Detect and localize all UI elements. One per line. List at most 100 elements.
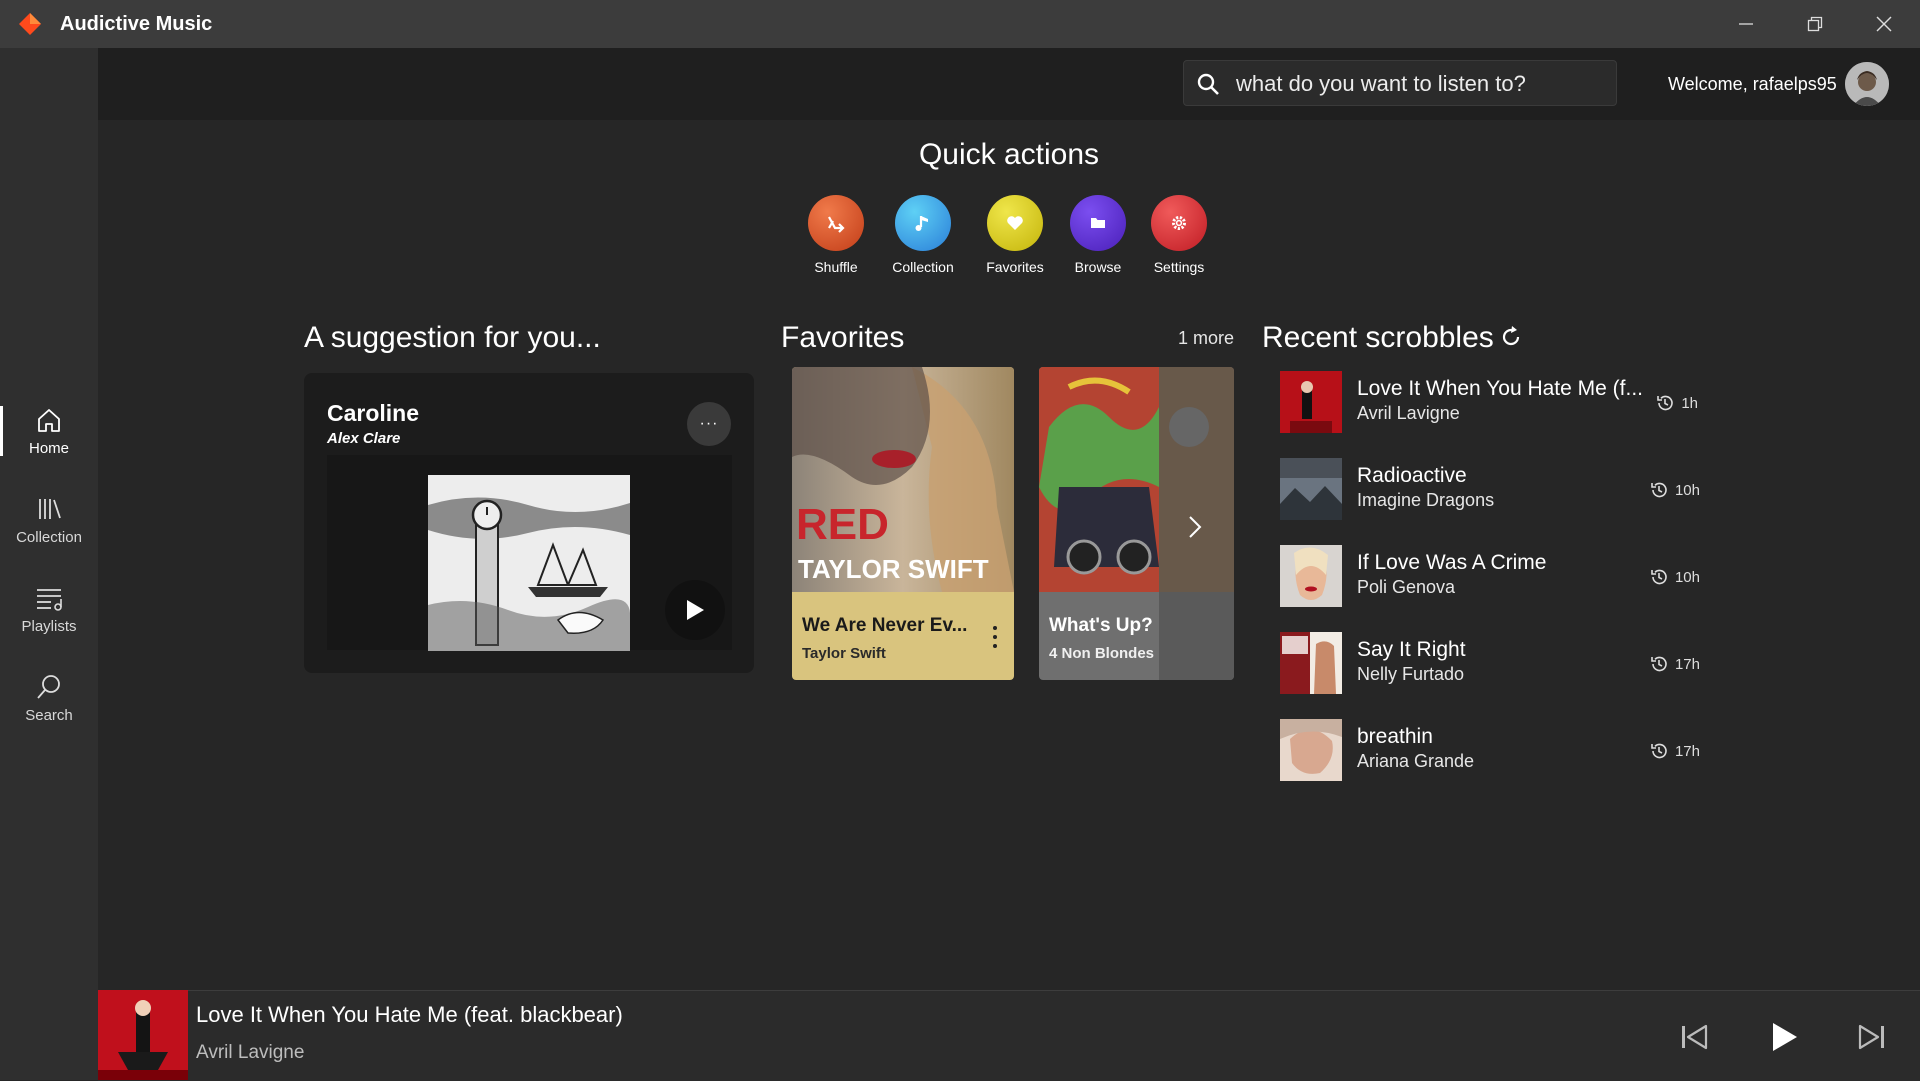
album-cover: RED TAYLOR SWIFT [792, 367, 1014, 592]
quick-action-label: Favorites [986, 259, 1044, 275]
sidebar-item-label: Playlists [21, 618, 77, 635]
quick-actions-title: Quick actions [918, 138, 1100, 171]
scrobble-row[interactable]: Love It When You Hate Me (f... Avril Lav… [1280, 371, 1700, 435]
suggestion-artist: Alex Clare [327, 430, 401, 447]
quick-action-label: Browse [1074, 259, 1122, 275]
album-art [428, 475, 630, 651]
title-bar [0, 0, 1920, 48]
sidebar-item-label: Home [28, 440, 69, 457]
suggestion-play-button[interactable] [665, 580, 725, 640]
search-input[interactable] [1234, 69, 1608, 99]
app-title: Audictive Music [60, 13, 213, 35]
favorites-next-button[interactable] [1183, 512, 1207, 542]
scrobble-title: breathin [1357, 725, 1433, 748]
history-icon [1651, 569, 1667, 585]
search-box[interactable] [1183, 60, 1617, 106]
music-note-icon [895, 195, 951, 251]
scrobble-title: If Love Was A Crime [1357, 551, 1547, 574]
quick-action-favorites[interactable]: Favorites [975, 195, 1055, 275]
quick-action-settings[interactable]: Settings [1139, 195, 1219, 275]
recent-heading: Recent scrobbles [1262, 321, 1494, 354]
scrobble-thumbnail [1280, 545, 1342, 607]
welcome-text: Welcome, rafaelps95 [1668, 74, 1837, 94]
scrobble-time-label: 10h [1674, 568, 1700, 586]
user-avatar-icon [1845, 62, 1889, 106]
scrobble-artist: Poli Genova [1357, 577, 1456, 597]
play-icon [687, 600, 704, 620]
scrobble-time: 10h [1649, 567, 1700, 587]
quick-action-collection[interactable]: Collection [883, 195, 963, 275]
sidebar-item-home[interactable]: Home [0, 406, 98, 476]
quick-action-label: Collection [892, 259, 954, 275]
scrobble-artist: Imagine Dragons [1357, 490, 1495, 510]
scrobble-time-label: 10h [1674, 481, 1700, 499]
search-icon [37, 675, 60, 699]
library-icon [39, 499, 61, 519]
more-vertical-icon [993, 626, 997, 648]
skip-previous-icon [1682, 1024, 1708, 1050]
next-button[interactable] [1850, 1015, 1894, 1059]
refresh-button[interactable] [1499, 325, 1523, 349]
quick-action-shuffle[interactable]: Shuffle [796, 195, 876, 275]
sidebar-item-label: Search [25, 707, 73, 724]
scrobble-title: Radioactive [1357, 464, 1467, 487]
history-icon [1651, 482, 1667, 498]
suggestion-title: Caroline [327, 400, 420, 426]
card-overlay [1159, 592, 1234, 680]
scrobble-row[interactable]: Say It Right Nelly Furtado 17h [1280, 632, 1700, 696]
close-icon [1876, 16, 1892, 32]
scrobble-thumbnail [1280, 371, 1342, 433]
scrobble-time-label: 17h [1674, 742, 1700, 760]
scrobble-artist: Ariana Grande [1357, 751, 1475, 771]
scrobble-row[interactable]: If Love Was A Crime Poli Genova 10h [1280, 545, 1700, 609]
restore-icon [1807, 16, 1823, 32]
restore-button[interactable] [1795, 8, 1835, 40]
scrobble-time: 17h [1649, 741, 1700, 761]
scrobble-thumbnail [1280, 719, 1342, 781]
skip-next-icon [1858, 1024, 1884, 1050]
previous-button[interactable] [1672, 1015, 1716, 1059]
minimize-button[interactable] [1726, 8, 1766, 40]
folder-icon [1070, 195, 1126, 251]
scrobble-title: Love It When You Hate Me (f... [1357, 377, 1643, 400]
favorites-heading: Favorites [781, 321, 905, 354]
home-icon [38, 409, 60, 432]
play-icon [1773, 1023, 1797, 1051]
scrobble-artist: Avril Lavigne [1357, 403, 1460, 423]
sidebar-item-playlists[interactable]: Playlists [0, 584, 98, 654]
scrobble-thumbnail [1280, 632, 1342, 694]
suggestion-heading: A suggestion for you... [304, 321, 601, 354]
favorite-more-button[interactable] [990, 623, 1000, 651]
scrobble-thumbnail [1280, 458, 1342, 520]
shuffle-icon [808, 195, 864, 251]
favorite-title: What's Up? [1049, 615, 1153, 636]
playlist-icon [37, 589, 62, 611]
favorites-more-link[interactable]: 1 more [1178, 328, 1234, 349]
close-button[interactable] [1864, 8, 1904, 40]
quick-action-browse[interactable]: Browse [1058, 195, 1138, 275]
favorite-artist: Taylor Swift [802, 645, 886, 662]
chevron-right-icon [1189, 516, 1202, 538]
play-button[interactable] [1762, 1015, 1806, 1059]
quick-action-label: Shuffle [814, 259, 858, 275]
sidebar-item-search[interactable]: Search [0, 673, 98, 743]
suggestion-more-button[interactable]: ··· [687, 402, 731, 446]
scrobble-row[interactable]: breathin Ariana Grande 17h [1280, 719, 1700, 783]
sidebar-item-collection[interactable]: Collection [0, 495, 98, 565]
scrobble-row[interactable]: Radioactive Imagine Dragons 10h [1280, 458, 1700, 522]
favorite-card[interactable]: RED TAYLOR SWIFT We Are Never Ev... Tayl… [792, 367, 1014, 680]
now-playing-art[interactable] [98, 990, 188, 1080]
avatar[interactable] [1845, 62, 1889, 106]
history-icon [1657, 395, 1674, 411]
scrobble-time: 1h [1655, 393, 1698, 413]
favorite-artist: 4 Non Blondes [1049, 645, 1155, 662]
scrobble-title: Say It Right [1357, 638, 1466, 661]
sidebar-item-label: Collection [16, 529, 82, 546]
album-cover [1039, 367, 1234, 592]
scrobble-time: 17h [1649, 654, 1700, 674]
cover-text-red: RED [796, 500, 889, 549]
search-icon [1197, 73, 1219, 95]
scrobble-time-label: 17h [1674, 655, 1700, 673]
history-icon [1651, 656, 1667, 672]
app-logo-icon [19, 13, 41, 35]
